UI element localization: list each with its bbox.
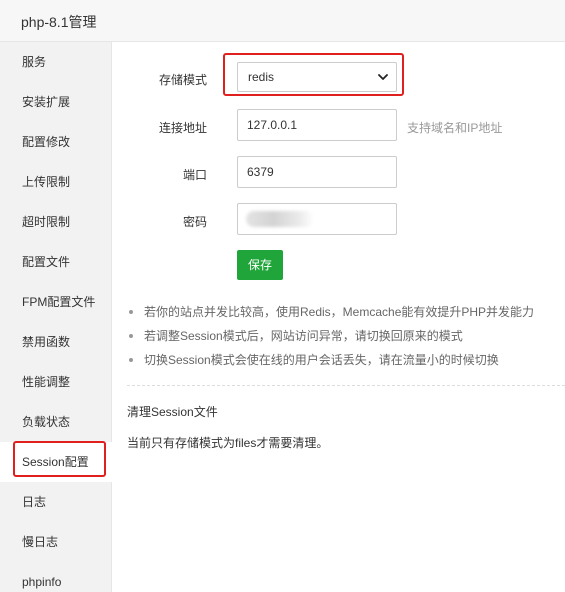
port-label: 端口 [182,168,207,182]
port-value: 6379 [247,165,274,179]
sidebar-item-config-file[interactable]: 配置文件 [0,242,112,282]
port-input[interactable]: 6379 [237,156,397,188]
address-value: 127.0.0.1 [247,118,298,132]
sidebar-item-install-extensions[interactable]: 安装扩展 [0,82,112,122]
sidebar-item-config-edit[interactable]: 配置修改 [0,122,112,162]
tips-list: 若你的站点并发比较高，使用Redis，Memcache能有效提升PHP并发能力 … [127,303,557,375]
bullet-icon [129,334,133,338]
window-title: php-8.1管理 [21,14,97,30]
storage-mode-label: 存储模式 [158,73,207,87]
bullet-icon [129,310,133,314]
sidebar-item-phpinfo[interactable]: phpinfo [0,562,112,592]
sidebar-item-timeout-limit[interactable]: 超时限制 [0,202,112,242]
password-redacted [246,211,314,227]
storage-mode-value: redis [248,70,275,84]
address-label: 连接地址 [158,121,207,135]
section-divider [127,385,565,386]
window-titlebar: php-8.1管理 [0,0,565,42]
sidebar-item-performance-tuning[interactable]: 性能调整 [0,362,112,402]
sidebar-item-upload-limit[interactable]: 上传限制 [0,162,112,202]
cleanup-title: 清理Session文件 [127,405,218,419]
password-label: 密码 [182,215,207,229]
address-input[interactable]: 127.0.0.1 [237,109,397,141]
chevron-down-icon [378,74,388,80]
tip-text: 切换Session模式会使在线的用户会话丢失，请在流量小的时候切换 [144,353,499,367]
tip-text: 若调整Session模式后，网站访问异常，请切换回原来的模式 [144,329,463,343]
list-item: 若调整Session模式后，网站访问异常，请切换回原来的模式 [127,327,557,351]
list-item: 若你的站点并发比较高，使用Redis，Memcache能有效提升PHP并发能力 [127,303,557,327]
sidebar-item-log[interactable]: 日志 [0,482,112,522]
save-button[interactable]: 保存 [237,250,283,280]
sidebar: 服务 安装扩展 配置修改 上传限制 超时限制 配置文件 FPM配置文件 禁用函数… [0,42,112,592]
sidebar-item-load-status[interactable]: 负载状态 [0,402,112,442]
bullet-icon [129,358,133,362]
sidebar-item-slow-log[interactable]: 慢日志 [0,522,112,562]
tip-text: 若你的站点并发比较高，使用Redis，Memcache能有效提升PHP并发能力 [144,305,535,319]
sidebar-item-session-config[interactable]: Session配置 [0,442,112,482]
cleanup-description: 当前只有存储模式为files才需要清理。 [127,436,329,450]
list-item: 切换Session模式会使在线的用户会话丢失，请在流量小的时候切换 [127,351,557,375]
sidebar-item-service[interactable]: 服务 [0,42,112,82]
storage-mode-select[interactable]: redis [237,62,397,92]
sidebar-item-disabled-functions[interactable]: 禁用函数 [0,322,112,362]
password-input[interactable] [237,203,397,235]
sidebar-item-fpm-config-file[interactable]: FPM配置文件 [0,282,112,322]
address-hint: 支持域名和IP地址 [407,121,503,135]
